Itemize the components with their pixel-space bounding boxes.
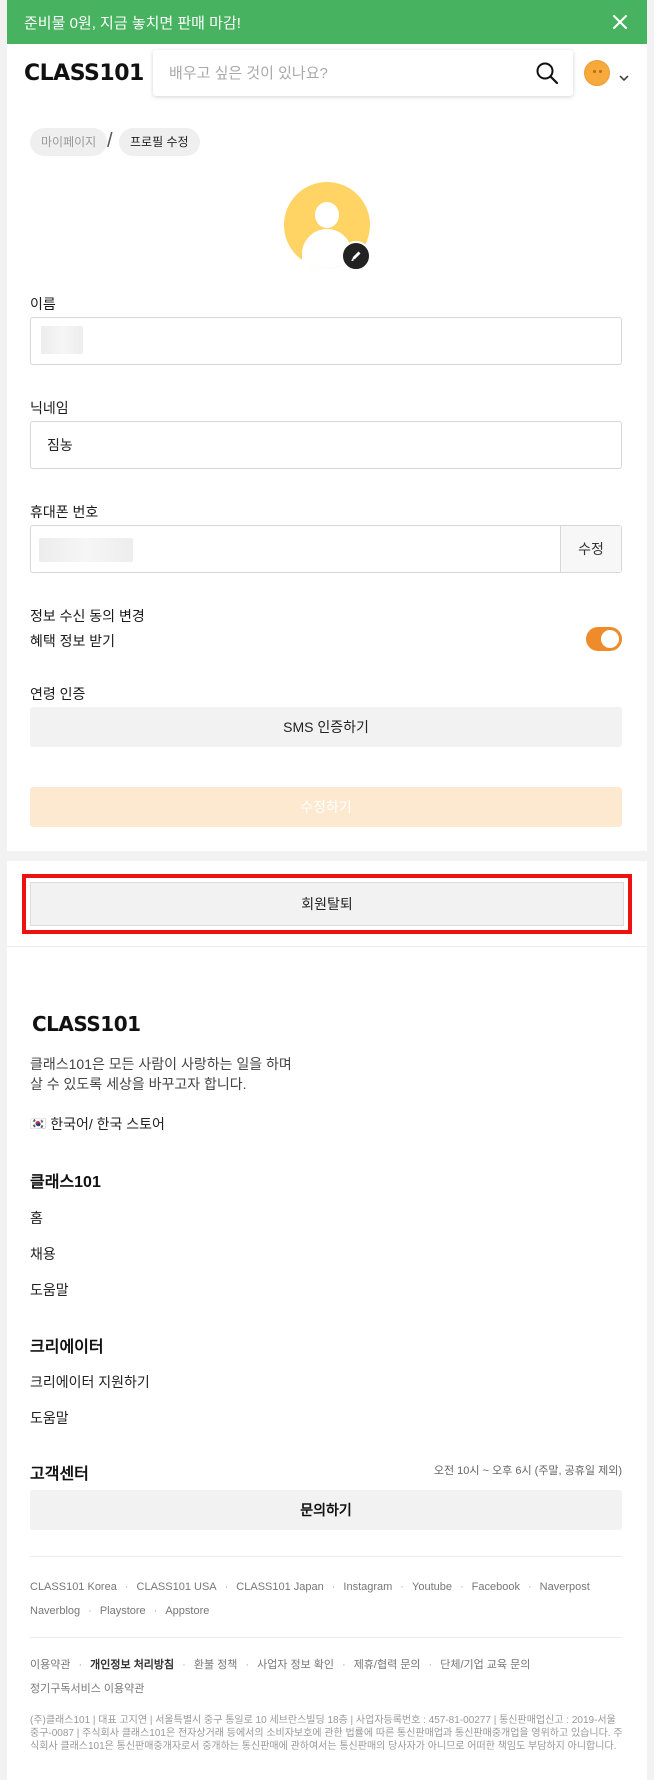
benefit-toggle[interactable] [586,627,622,651]
link-class101-usa[interactable]: CLASS101 USA [137,1581,217,1593]
name-field[interactable] [30,317,622,365]
withdraw-highlight: 회원탈퇴 [22,874,632,934]
inquiry-button[interactable]: 문의하기 [30,1490,622,1530]
divider [30,1637,622,1638]
footer-desc-line1: 클래스101은 모든 사람이 사랑하는 일을 하며 [30,1056,292,1072]
breadcrumb-separator: / [107,130,113,152]
breadcrumb-profile-edit: 프로필 수정 [119,128,200,156]
footer-link-careers[interactable]: 채용 [30,1244,56,1264]
submit-button[interactable]: 수정하기 [30,787,622,827]
footer-section-class101: 클래스101 [30,1174,101,1191]
link-business-info[interactable]: 사업자 정보 확인 [257,1659,334,1671]
company-info: (주)클래스101 | 대표 고지연 | 서울특별시 중구 통일로 10 세브란… [30,1715,623,1752]
link-facebook[interactable]: Facebook [472,1581,520,1593]
divider [7,946,647,947]
footer-link-home[interactable]: 홈 [30,1208,43,1228]
support-hours: 오전 10시 ~ 오후 6시 (주말, 공휴일 제외) [433,1465,622,1477]
link-subscription-terms[interactable]: 정기구독서비스 이용약관 [30,1683,144,1695]
name-label: 이름 [30,296,56,312]
social-links: CLASS101 Korea · CLASS101 USA · CLASS101 Jap… [30,1581,590,1617]
footer-desc-line2: 살 수 있도록 세상을 바꾸고자 합니다. [30,1076,247,1092]
language-selector[interactable]: 🇰🇷 한국어/ 한국 스토어 [30,1114,165,1134]
section-divider [7,851,647,861]
link-partnership[interactable]: 제휴/협력 문의 [354,1659,421,1671]
nickname-field[interactable] [30,421,622,469]
redacted-phone [39,538,133,562]
search-box[interactable] [153,50,573,96]
search-input[interactable] [169,64,529,82]
footer-link-creator-help[interactable]: 도움말 [30,1408,69,1428]
footer-description: 클래스101은 모든 사람이 사랑하는 일을 하며 살 수 있도록 세상을 바꾸… [30,1054,292,1094]
redacted-name [41,326,83,354]
close-icon[interactable] [609,11,631,33]
phone-field[interactable]: 수정 [30,525,622,573]
promo-text: 준비물 0원, 지금 놓치면 판매 마감! [24,14,241,32]
footer-section-support: 고객센터 [30,1466,89,1483]
breadcrumb-mypage[interactable]: 마이페이지 [30,128,108,156]
benefit-label: 혜택 정보 받기 [30,633,116,649]
link-group-education[interactable]: 단체/기업 교육 문의 [440,1659,530,1671]
withdraw-button[interactable]: 회원탈퇴 [30,882,624,926]
language-label: 한국어/ 한국 스토어 [50,1116,165,1132]
phone-label: 휴대폰 번호 [30,504,99,520]
link-class101-japan[interactable]: CLASS101 Japan [236,1581,323,1593]
link-playstore[interactable]: Playstore [100,1605,146,1617]
class101-logo[interactable]: CLASS101 [24,61,144,86]
korea-flag-icon: 🇰🇷 [30,1116,47,1131]
promo-banner[interactable]: 준비물 0원, 지금 놓치면 판매 마감! [7,0,647,44]
link-youtube[interactable]: Youtube [412,1581,452,1593]
toggle-knob [601,630,619,648]
footer-link-creator-apply[interactable]: 크리에이터 지원하기 [30,1372,150,1392]
link-refund-policy[interactable]: 환불 정책 [194,1659,238,1671]
sms-verify-button[interactable]: SMS 인증하기 [30,707,622,747]
link-appstore[interactable]: Appstore [165,1605,209,1617]
divider [30,1556,622,1557]
nickname-label: 닉네임 [30,400,69,416]
consent-label: 정보 수신 동의 변경 [30,608,145,624]
age-verification-label: 연령 인증 [30,686,86,702]
top-header: CLASS101 [7,44,647,102]
phone-edit-button[interactable]: 수정 [560,526,621,572]
nickname-input[interactable] [31,422,621,468]
link-naverblog[interactable]: Naverblog [30,1605,80,1617]
chevron-down-icon[interactable] [619,68,629,86]
user-avatar[interactable] [584,60,610,86]
footer-link-help[interactable]: 도움말 [30,1280,69,1300]
footer-logo[interactable]: CLASS101 [32,1012,141,1036]
link-privacy-policy[interactable]: 개인정보 처리방침 [90,1659,174,1671]
search-icon[interactable] [535,61,559,90]
policy-links: 이용약관 · 개인정보 처리방침 · 환불 정책 · 사업자 정보 확인 · 제휴/협력 문의 ·… [30,1659,531,1695]
link-terms[interactable]: 이용약관 [30,1659,70,1671]
page-frame: 준비물 0원, 지금 놓치면 판매 마감! CLASS101 마이페이지 / 프… [7,0,647,1780]
link-naverpost[interactable]: Naverpost [540,1581,590,1593]
link-class101-korea[interactable]: CLASS101 Korea [30,1581,117,1593]
link-instagram[interactable]: Instagram [343,1581,392,1593]
pencil-icon[interactable] [341,241,371,271]
footer-section-creator: 크리에이터 [30,1339,104,1356]
